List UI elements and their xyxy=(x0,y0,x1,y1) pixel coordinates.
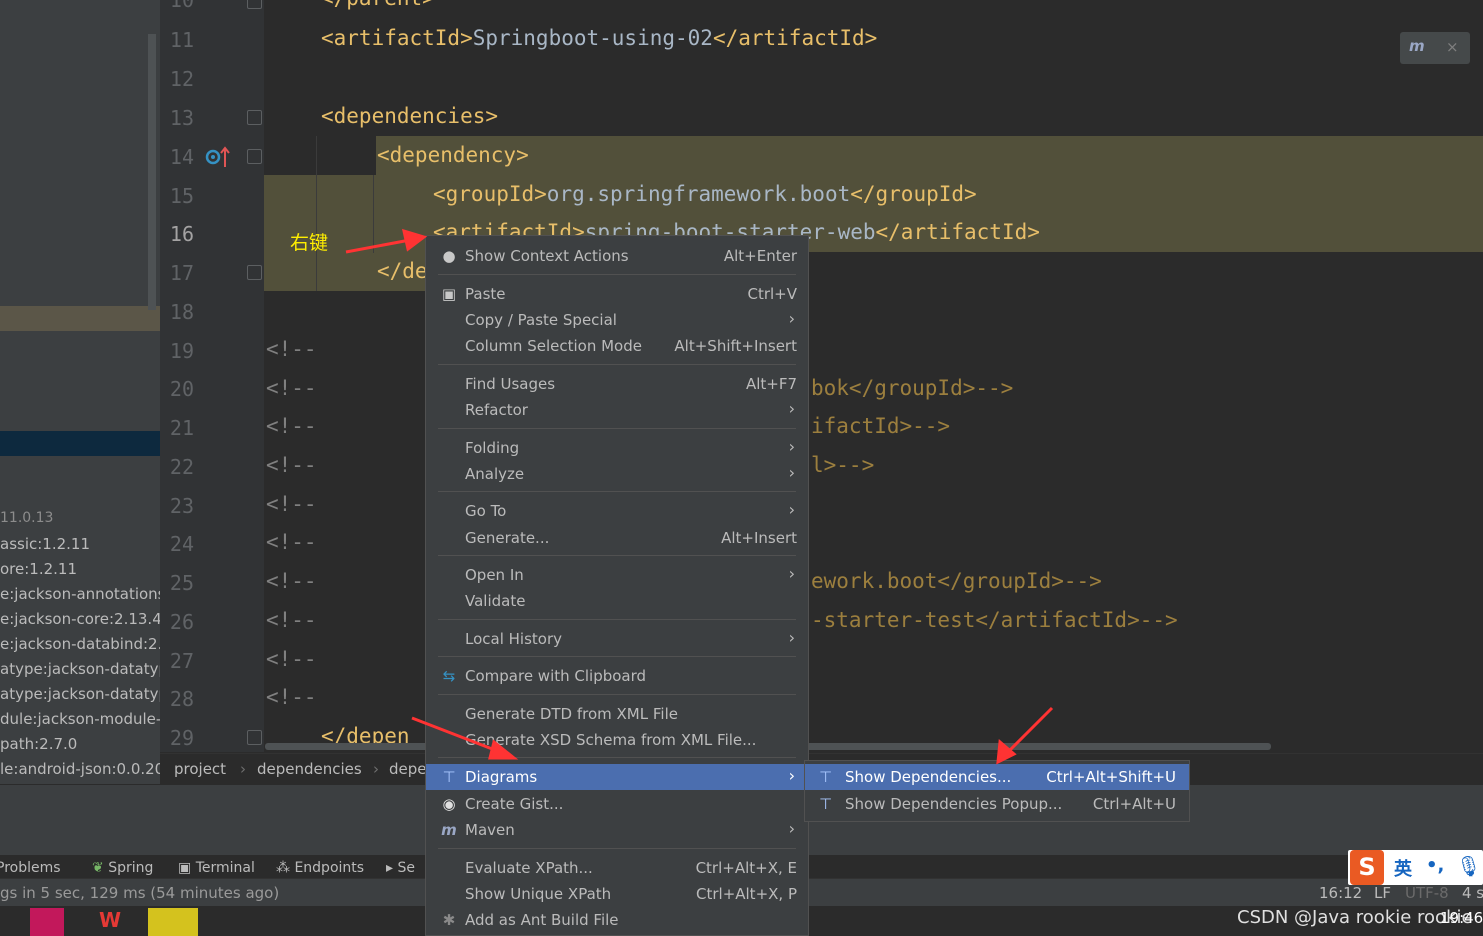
arrow-head-icon xyxy=(488,739,519,760)
arrow-head-icon xyxy=(401,228,428,252)
arrow-icon xyxy=(1006,706,1054,754)
arrow-head-icon xyxy=(996,738,1017,765)
arrow-icon xyxy=(411,716,501,754)
arrow-icon xyxy=(345,238,411,254)
annotation-arrows xyxy=(345,228,1054,765)
